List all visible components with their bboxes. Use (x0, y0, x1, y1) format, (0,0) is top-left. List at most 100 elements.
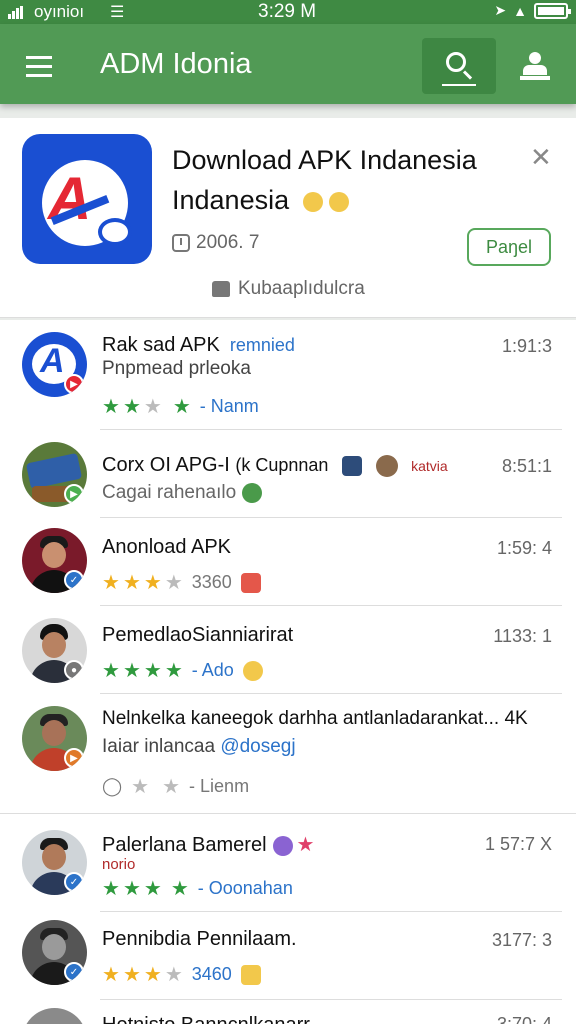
list-item[interactable]: ▶ Nelnkelka kaneegok darhha antlanladara… (0, 694, 576, 814)
item-rating: ★ ★ ★ ★ - Ado (102, 658, 263, 683)
item-subtitle: Iaiar inlancaa (102, 736, 216, 757)
star-icon: ★ (102, 964, 120, 986)
app-list: A ▶ Rak sad APK remnied Pnpmead prleoka 1… (0, 320, 576, 1024)
featured-action-button[interactable]: Paŋel (467, 228, 551, 266)
star-icon: ★ (172, 396, 191, 418)
star-icon: ★ (162, 776, 181, 798)
avatar: ▶ (22, 442, 87, 507)
profile-icon (375, 454, 398, 477)
badge-icon (240, 572, 261, 593)
avatar: ✓ (22, 528, 87, 593)
featured-card[interactable]: A Download APK Indanesia Indanesia ✕ 200… (0, 118, 576, 318)
star-icon: ★ (122, 964, 141, 986)
list-item[interactable]: ● PemedlaoSianniarirat 1133: 1 ★ ★ ★ ★ -… (0, 606, 576, 694)
avatar: ▶ (22, 706, 87, 771)
shield-icon (272, 835, 293, 856)
item-title: Hetnisto Banncnlkanarr (102, 1014, 310, 1024)
list-item[interactable]: ▶ Corx OI APG-I (k Cupnnan katvia Cagai … (0, 430, 576, 518)
account-button[interactable] (514, 50, 558, 86)
star-icon: ★ (102, 396, 120, 418)
menu-button[interactable] (16, 46, 64, 86)
search-button[interactable] (422, 38, 496, 94)
avatar: ● (22, 618, 87, 683)
signal-icon (8, 6, 23, 19)
emoji-icon (240, 964, 261, 985)
item-time: 3:70: 4 (496, 1014, 552, 1024)
app-logo-icon: A (22, 134, 152, 264)
star-icon: ★ (122, 660, 141, 682)
rating-label: - Ooonahan (197, 878, 293, 898)
emoji-icon (242, 660, 263, 681)
star-icon: ★ (143, 572, 162, 594)
featured-title: Download APK Indanesia Indanesia (172, 145, 477, 215)
status-bar: oyınioı ☰ 3:29 M ➤ ▲ (0, 0, 576, 24)
hamburger-icon (26, 55, 52, 59)
rating-label: 3360 (191, 572, 232, 592)
verified-icon: ✓ (64, 962, 84, 982)
list-item[interactable]: ✓ Palerlana Bamerel ★ norio 1 57:7 X ★ ★ … (0, 814, 576, 912)
item-time: 1 57:7 X (484, 834, 552, 854)
item-title: PemedlaoSianniarirat (102, 624, 294, 646)
list-item[interactable]: ✓ Anonload APK 1:59: 4 ★ ★ ★ ★ 3360 (0, 518, 576, 606)
star-icon: ★ (143, 660, 162, 682)
image-icon (342, 455, 362, 476)
emoji-icon (302, 191, 323, 212)
avatar: ✓ (22, 920, 87, 985)
star-icon: ★ (102, 878, 120, 900)
star-icon: ★ (164, 660, 183, 682)
rating-label: 3460 (191, 964, 232, 984)
star-icon: ★ (170, 878, 189, 900)
rating-label: - Nanm (199, 396, 259, 416)
item-title: Anonload APK (102, 536, 231, 558)
app-title: ADM Idonia (100, 48, 252, 80)
star-icon: ★ (122, 878, 141, 900)
close-icon[interactable]: ✕ (530, 142, 552, 173)
star-icon: ★ (164, 964, 183, 986)
list-item[interactable]: Hetnisto Banncnlkanarr 3:70: 4 (0, 1000, 576, 1024)
avatar: A ▶ (22, 332, 87, 397)
search-icon (446, 52, 466, 72)
item-title: Nelnkelka kaneegok darhha antlanladarank… (102, 708, 528, 729)
carrier-name: oyınioı (34, 2, 85, 21)
featured-footer: Kubaaplıdulcra (212, 278, 365, 300)
list-item[interactable]: A ▶ Rak sad APK remnied Pnpmead prleoka 1… (0, 320, 576, 430)
item-time: 1:59: 4 (496, 538, 552, 558)
verified-icon: ✓ (64, 872, 84, 892)
item-tag: remnied (229, 335, 295, 355)
star-icon: ★ (102, 660, 120, 682)
network-icon: ▲ (513, 2, 527, 19)
item-link[interactable]: @dosegj (220, 736, 295, 757)
item-rating: ◯ ★ ★ - Lienm (102, 774, 249, 799)
thumbs-up-icon (212, 281, 230, 297)
emoji-icon (328, 191, 349, 212)
star-icon: ★ (164, 572, 183, 594)
featured-meta: 2006. 7 (172, 232, 259, 254)
user-icon (529, 52, 541, 64)
status-icon: ● (64, 660, 84, 680)
item-rating: ★ ★ ★ ★ 3360 (102, 570, 261, 595)
item-subtitle: Cagai rahenaılo (102, 482, 237, 503)
item-rating: ★ ★ ★ ★ - Ooonahan (102, 876, 293, 901)
item-title: Pennibdia Pennilaam. (102, 928, 297, 950)
avatar: ✓ (22, 830, 87, 895)
star-icon: ★ (122, 572, 141, 594)
item-time: 1:91:3 (501, 336, 552, 356)
star-icon: ★ (143, 878, 162, 900)
item-time: 8:51:1 (501, 456, 552, 476)
play-icon: ▶ (64, 484, 84, 504)
calendar-icon (172, 234, 190, 252)
avatar (22, 1008, 87, 1024)
item-title: Corx OI APG-I (102, 454, 230, 476)
item-subtitle: norio (102, 856, 136, 873)
wifi-icon: ☰ (110, 4, 125, 21)
item-title: Palerlana Bamerel (102, 834, 267, 856)
location-icon: ➤ (494, 2, 507, 18)
item-subtitle: Pnpmead prleoka (102, 358, 251, 379)
play-icon: ▶ (64, 748, 84, 768)
item-tag: katvia (411, 458, 448, 474)
app-bar: ADM Idonia (0, 24, 576, 104)
verified-icon: ✓ (64, 570, 84, 590)
star-icon: ★ (143, 396, 162, 418)
list-item[interactable]: ✓ Pennibdia Pennilaam. 3177: 3 ★ ★ ★ ★ 3… (0, 912, 576, 1000)
comment-icon: ◯ (102, 776, 123, 796)
